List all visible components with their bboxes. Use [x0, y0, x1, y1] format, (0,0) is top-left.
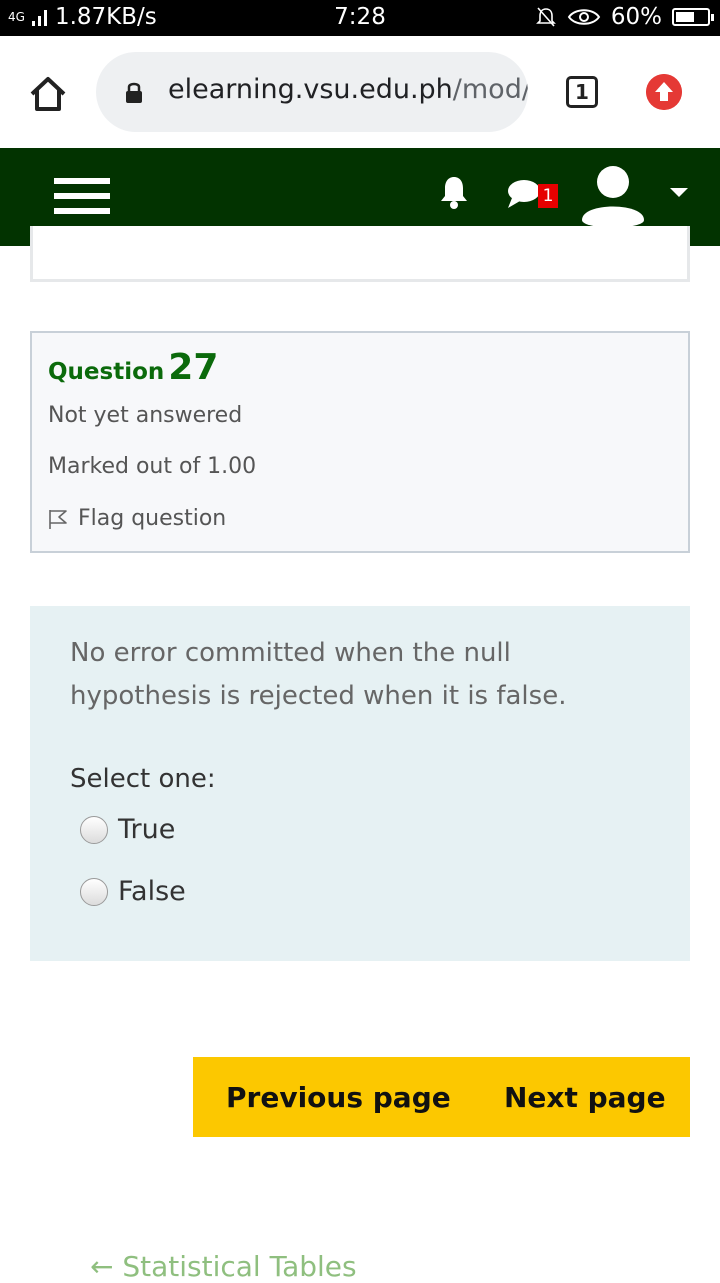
tab-switcher-button[interactable]: 1: [566, 76, 598, 108]
home-icon[interactable]: [28, 74, 68, 114]
battery-icon: [672, 8, 714, 26]
menu-icon[interactable]: [54, 178, 110, 218]
url-text: elearning.vsu.edu.ph/mod/c: [168, 74, 528, 105]
option-false-label: False: [118, 876, 186, 907]
user-avatar-icon[interactable]: [578, 162, 648, 232]
radio-false[interactable]: [80, 877, 108, 906]
next-page-button[interactable]: Next page: [504, 1081, 666, 1114]
messages-badge: 1: [538, 184, 558, 208]
question-number-value: 27: [168, 347, 219, 388]
battery-percent: 60%: [610, 4, 662, 30]
previous-page-button[interactable]: Previous page: [226, 1081, 451, 1114]
question-grade: Marked out of 1.00: [48, 454, 257, 479]
lock-icon: [126, 82, 142, 103]
option-true[interactable]: True: [80, 814, 175, 845]
statistical-tables-link[interactable]: ← Statistical Tables: [90, 1250, 357, 1283]
flag-question-link[interactable]: Flag question: [48, 506, 226, 531]
status-bar: 4G 1.87KB/s 7:28 60%: [0, 0, 720, 36]
question-state: Not yet answered: [48, 403, 243, 428]
battery-level-fill: [676, 12, 694, 22]
flag-question-label: Flag question: [78, 506, 227, 531]
address-bar[interactable]: elearning.vsu.edu.ph/mod/c: [96, 52, 528, 132]
eye-icon: [567, 9, 601, 25]
url-path: /mod/c: [452, 74, 528, 105]
question-info: Question 27 Not yet answered Marked out o…: [30, 331, 690, 553]
user-menu-caret-icon[interactable]: [670, 188, 688, 197]
option-false[interactable]: False: [80, 876, 186, 907]
previous-question-box: [30, 226, 690, 282]
flag-icon: [49, 509, 67, 529]
page-navigation: Previous page Next page: [193, 1057, 690, 1137]
notifications-bell-icon[interactable]: [438, 174, 470, 210]
select-prompt: Select one:: [70, 764, 216, 794]
question-number: Question 27: [48, 347, 218, 388]
messages-icon[interactable]: [506, 178, 542, 210]
question-label: Question: [48, 359, 165, 385]
radio-true[interactable]: [80, 815, 108, 844]
update-arrow-icon[interactable]: [646, 74, 682, 110]
question-text: No error committed when the null hypothe…: [70, 638, 567, 711]
browser-toolbar: elearning.vsu.edu.ph/mod/c 1: [0, 36, 720, 148]
url-host: elearning.vsu.edu.ph: [168, 74, 453, 105]
question-content: No error committed when the null hypothe…: [30, 606, 690, 961]
bell-off-icon: [535, 7, 556, 27]
option-true-label: True: [118, 814, 176, 845]
